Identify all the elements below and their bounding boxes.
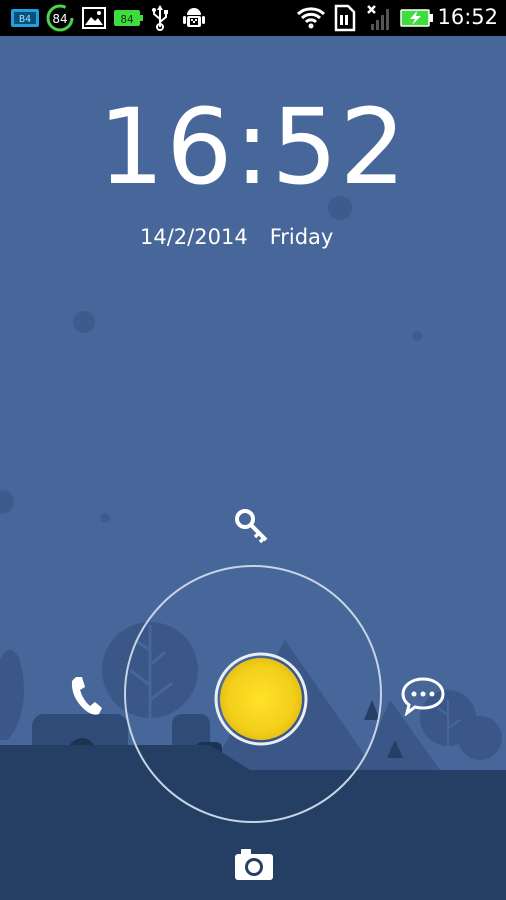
lockscreen-clock: 16:52 bbox=[98, 86, 408, 208]
sms-badge-icon: B4 bbox=[11, 9, 39, 27]
lockscreen-date-row: 14/2/2014 Friday bbox=[140, 225, 333, 249]
camera-icon[interactable] bbox=[233, 846, 275, 882]
battery-charging-icon bbox=[400, 9, 433, 27]
no-signal-icon bbox=[367, 5, 389, 30]
wifi-icon bbox=[296, 7, 326, 29]
svg-text:84: 84 bbox=[52, 12, 67, 26]
unlock-key-icon[interactable] bbox=[233, 507, 273, 547]
usb-icon bbox=[152, 5, 168, 31]
svg-text:84: 84 bbox=[120, 13, 134, 26]
battery-84-icon: 84 bbox=[46, 4, 74, 32]
unlock-handle-orb[interactable] bbox=[213, 651, 309, 747]
svg-text:B4: B4 bbox=[19, 14, 31, 25]
sim-icon bbox=[334, 4, 356, 32]
battery-widget-icon: 84 bbox=[114, 10, 143, 26]
phone-icon[interactable] bbox=[66, 673, 106, 717]
status-bar[interactable]: B4 84 84 16:52 bbox=[0, 0, 506, 36]
lockscreen-date: 14/2/2014 bbox=[140, 225, 248, 249]
gallery-icon bbox=[82, 7, 106, 29]
android-debug-icon bbox=[183, 8, 205, 27]
lockscreen-day: Friday bbox=[269, 225, 334, 249]
status-clock: 16:52 bbox=[437, 5, 498, 29]
messages-icon[interactable] bbox=[400, 676, 446, 716]
